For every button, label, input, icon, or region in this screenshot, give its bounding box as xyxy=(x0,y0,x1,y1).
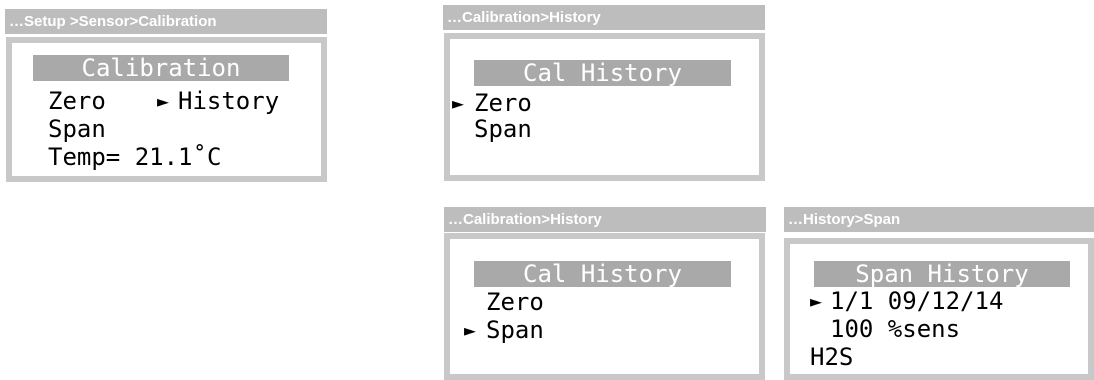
breadcrumb: …Calibration>History xyxy=(444,207,766,232)
history-record-sensitivity: 100 %sens xyxy=(830,315,961,343)
lcd-screen: Cal History Zero ► Span xyxy=(444,233,765,380)
lcd-screen: Span History ► 1/1 09/12/14 100 %sens H2… xyxy=(784,238,1094,380)
selection-cursor-icon: ► xyxy=(464,318,477,342)
lcd-screen: Cal History ► Zero Span xyxy=(444,33,765,181)
menu-item-zero[interactable]: Zero xyxy=(48,87,106,115)
menu-item-span[interactable]: Span xyxy=(486,316,544,344)
selection-cursor-icon: ► xyxy=(157,89,170,113)
lcd-screen: Calibration Zero ► History Span Temp= 21… xyxy=(6,37,327,182)
breadcrumb: …Calibration>History xyxy=(443,5,765,30)
screen-title: Cal History xyxy=(474,60,731,86)
screen-title: Span History xyxy=(814,261,1070,287)
menu-item-zero[interactable]: Zero xyxy=(474,89,532,117)
selection-cursor-icon: ► xyxy=(810,289,823,313)
screen-title: Calibration xyxy=(33,55,289,81)
screen-title: Cal History xyxy=(474,261,731,287)
selection-cursor-icon: ► xyxy=(452,91,465,115)
temperature-readout: Temp= 21.1˚C xyxy=(48,143,222,171)
menu-item-zero[interactable]: Zero xyxy=(486,288,544,316)
history-record-gas: H2S xyxy=(810,343,854,371)
breadcrumb: …Setup >Sensor>Calibration xyxy=(5,9,327,34)
breadcrumb: …History>Span xyxy=(784,207,1094,232)
menu-item-span[interactable]: Span xyxy=(48,115,106,143)
history-record-date[interactable]: 1/1 09/12/14 xyxy=(830,287,1003,315)
menu-item-history[interactable]: History xyxy=(178,87,279,115)
menu-item-span[interactable]: Span xyxy=(474,115,532,143)
